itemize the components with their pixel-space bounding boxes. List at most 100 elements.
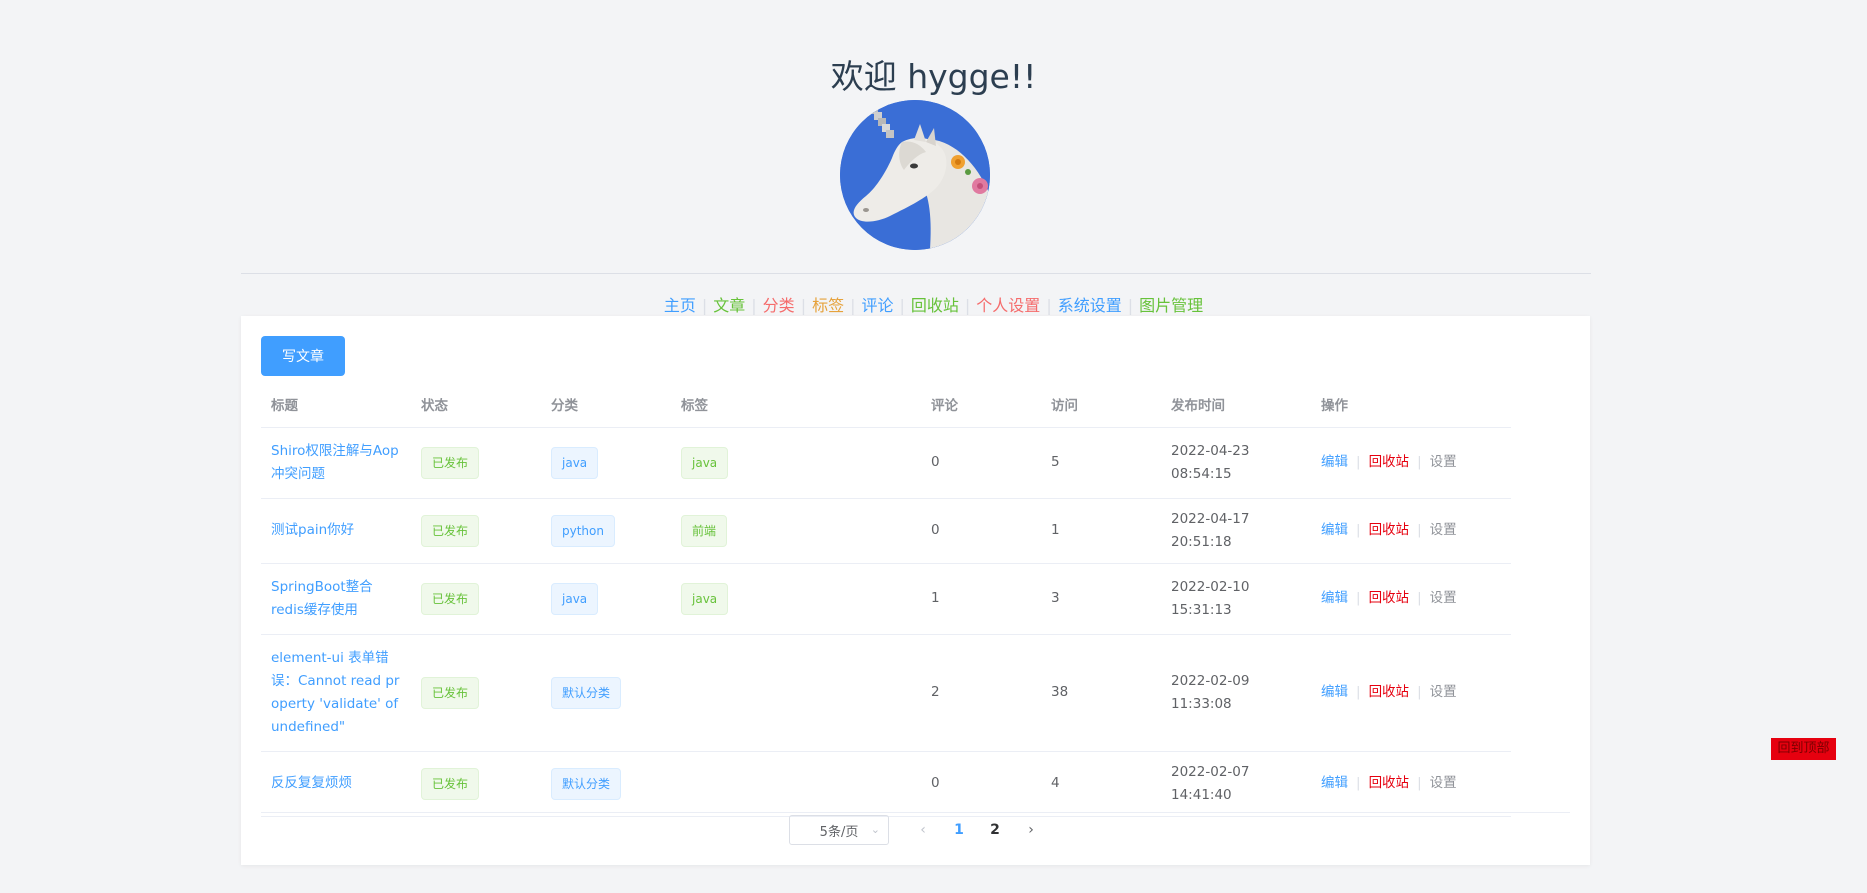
table-row: Shiro权限注解与Aop冲突问题 已发布 java java 0 5 2022… bbox=[261, 427, 1511, 499]
nav-recycle-bin[interactable]: 回收站 bbox=[911, 296, 959, 315]
edit-button[interactable]: 编辑 bbox=[1321, 590, 1348, 606]
header-divider bbox=[241, 273, 1591, 274]
next-page-button[interactable]: › bbox=[1013, 815, 1049, 845]
column-header-tags: 标签 bbox=[671, 382, 921, 428]
view-count: 3 bbox=[1041, 563, 1161, 635]
prev-page-button[interactable]: ‹ bbox=[905, 815, 941, 845]
category-tag: java bbox=[551, 582, 599, 615]
view-count: 1 bbox=[1041, 498, 1161, 564]
row-actions: 编辑 | 回收站 | 设置 bbox=[1311, 563, 1511, 635]
nav-separator: | bbox=[964, 296, 971, 315]
recycle-button[interactable]: 回收站 bbox=[1369, 684, 1410, 700]
publish-time: 2022-02-10 15:31:13 bbox=[1161, 563, 1311, 635]
edit-button[interactable]: 编辑 bbox=[1321, 522, 1348, 538]
settings-button[interactable]: 设置 bbox=[1430, 684, 1457, 700]
publish-time: 2022-04-17 20:51:18 bbox=[1161, 498, 1311, 564]
table-row: element-ui 表单错误：Cannot read property 'va… bbox=[261, 634, 1511, 752]
action-separator: | bbox=[1356, 684, 1361, 700]
column-header-category: 分类 bbox=[541, 382, 671, 428]
table-bottom-divider bbox=[261, 812, 1570, 813]
page-size-value: 5条/页 bbox=[819, 824, 859, 840]
welcome-title: 欢迎 hygge!! bbox=[830, 57, 1037, 96]
status-badge: 已发布 bbox=[421, 767, 480, 800]
page-number-1[interactable]: 1 bbox=[941, 815, 977, 845]
view-count: 4 bbox=[1041, 751, 1161, 817]
nav-categories[interactable]: 分类 bbox=[763, 296, 795, 315]
publish-time: 2022-04-23 08:54:15 bbox=[1161, 427, 1311, 499]
recycle-button[interactable]: 回收站 bbox=[1369, 522, 1410, 538]
comment-count: 0 bbox=[921, 427, 1041, 499]
nav-separator: | bbox=[701, 296, 708, 315]
nav-system-settings[interactable]: 系统设置 bbox=[1058, 296, 1122, 315]
articles-table: 标题 状态 分类 标签 评论 访问 发布时间 操作 Shiro权限注解与Aop冲… bbox=[261, 382, 1511, 817]
edit-button[interactable]: 编辑 bbox=[1321, 684, 1348, 700]
nav-articles[interactable]: 文章 bbox=[713, 296, 745, 315]
edit-button[interactable]: 编辑 bbox=[1321, 775, 1348, 791]
category-tag: java bbox=[551, 446, 599, 479]
nav-comments[interactable]: 评论 bbox=[861, 296, 893, 315]
recycle-button[interactable]: 回收站 bbox=[1369, 454, 1410, 470]
settings-button[interactable]: 设置 bbox=[1430, 775, 1457, 791]
article-title-link[interactable]: 测试pain你好 bbox=[271, 522, 354, 538]
table-row: 测试pain你好 已发布 python 前端 0 1 2022-04-17 20… bbox=[261, 498, 1511, 564]
nav-home[interactable]: 主页 bbox=[664, 296, 696, 315]
settings-button[interactable]: 设置 bbox=[1430, 590, 1457, 606]
column-header-published: 发布时间 bbox=[1161, 382, 1311, 428]
nav-tags[interactable]: 标签 bbox=[812, 296, 844, 315]
nav-separator: | bbox=[899, 296, 905, 315]
unicorn-avatar-image bbox=[840, 100, 990, 250]
comment-count: 1 bbox=[921, 563, 1041, 635]
article-tag-cell bbox=[671, 634, 921, 752]
chevron-down-icon: ⌄ bbox=[870, 823, 880, 836]
view-count: 5 bbox=[1041, 427, 1161, 499]
row-actions: 编辑 | 回收站 | 设置 bbox=[1311, 498, 1511, 564]
chevron-right-icon: › bbox=[1028, 822, 1034, 838]
category-tag: 默认分类 bbox=[551, 767, 622, 800]
comment-count: 0 bbox=[921, 751, 1041, 817]
recycle-button[interactable]: 回收站 bbox=[1369, 775, 1410, 791]
recycle-button[interactable]: 回收站 bbox=[1369, 590, 1410, 606]
page-size-select[interactable]: 5条/页 ⌄ bbox=[789, 815, 889, 845]
nav-separator: | bbox=[751, 296, 757, 315]
article-tag: 前端 bbox=[681, 514, 728, 547]
page-number-2[interactable]: 2 bbox=[977, 815, 1013, 845]
publish-time: 2022-02-09 11:33:08 bbox=[1161, 634, 1311, 752]
column-header-comments: 评论 bbox=[921, 382, 1041, 428]
nav-separator: | bbox=[1046, 296, 1052, 315]
nav-profile-settings[interactable]: 个人设置 bbox=[976, 296, 1040, 315]
row-actions: 编辑 | 回收站 | 设置 bbox=[1311, 427, 1511, 499]
row-actions: 编辑 | 回收站 | 设置 bbox=[1311, 634, 1511, 752]
nav-image-management[interactable]: 图片管理 bbox=[1139, 296, 1203, 315]
edit-button[interactable]: 编辑 bbox=[1321, 454, 1348, 470]
settings-button[interactable]: 设置 bbox=[1430, 454, 1457, 470]
article-tag-cell bbox=[671, 751, 921, 817]
action-separator: | bbox=[1417, 775, 1422, 791]
article-title-link[interactable]: 反反复复烦烦 bbox=[271, 775, 352, 791]
nav-separator: | bbox=[800, 296, 807, 315]
column-header-views: 访问 bbox=[1041, 382, 1161, 428]
comment-count: 0 bbox=[921, 498, 1041, 564]
article-title-link[interactable]: SpringBoot整合redis缓存使用 bbox=[271, 579, 373, 618]
article-title-link[interactable]: element-ui 表单错误：Cannot read property 'va… bbox=[271, 650, 399, 735]
write-article-button[interactable]: 写文章 bbox=[261, 336, 345, 376]
action-separator: | bbox=[1417, 684, 1422, 700]
action-separator: | bbox=[1356, 454, 1361, 470]
status-badge: 已发布 bbox=[421, 514, 480, 547]
settings-button[interactable]: 设置 bbox=[1430, 522, 1457, 538]
avatar bbox=[840, 100, 990, 250]
nav-separator: | bbox=[1127, 296, 1134, 315]
action-separator: | bbox=[1356, 590, 1361, 606]
category-tag: 默认分类 bbox=[551, 676, 622, 709]
article-title-link[interactable]: Shiro权限注解与Aop冲突问题 bbox=[271, 443, 399, 482]
action-separator: | bbox=[1356, 522, 1361, 538]
column-header-status: 状态 bbox=[411, 382, 541, 428]
status-badge: 已发布 bbox=[421, 582, 480, 615]
action-separator: | bbox=[1417, 590, 1422, 606]
action-separator: | bbox=[1356, 775, 1361, 791]
article-tag: java bbox=[681, 582, 729, 615]
main-nav: 主页 | 文章 | 分类 | 标签 | 评论 | 回收站 | 个人设置 | 系统设置 | 图片管理 bbox=[0, 292, 1867, 316]
articles-card: 写文章 标题 状态 分类 标签 评论 访问 发布时间 操作 Shiro权限注解与… bbox=[241, 316, 1590, 865]
status-badge: 已发布 bbox=[421, 676, 480, 709]
table-row: SpringBoot整合redis缓存使用 已发布 java java 1 3 … bbox=[261, 563, 1511, 635]
back-to-top-badge[interactable]: 回到顶部 bbox=[1771, 738, 1836, 760]
